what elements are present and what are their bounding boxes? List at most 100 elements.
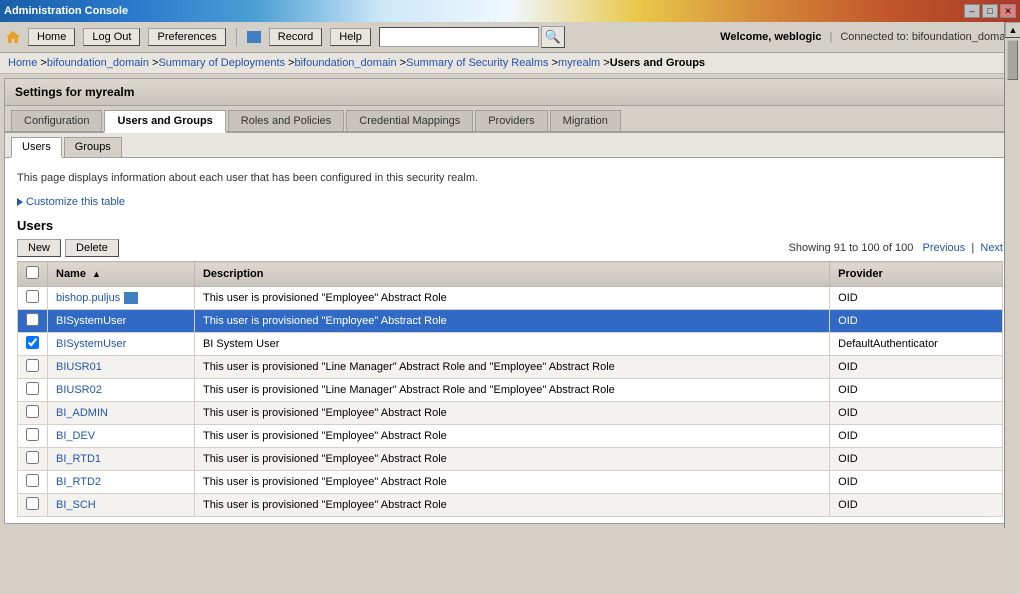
tab-bar: Configuration Users and Groups Roles and… xyxy=(5,106,1015,133)
row-name-cell: BI_SCH xyxy=(48,494,195,517)
row-checkbox[interactable] xyxy=(26,451,39,464)
paging-info: Showing 91 to 100 of 100 Previous | Next xyxy=(789,242,1003,254)
col-header-checkbox xyxy=(18,262,48,287)
record-button[interactable]: Record xyxy=(269,28,322,46)
user-link[interactable]: BI_RTD2 xyxy=(56,476,101,488)
row-checkbox-cell xyxy=(18,310,48,333)
title-bar-controls: – □ ✕ xyxy=(964,4,1016,18)
scroll-up-button[interactable]: ▲ xyxy=(1005,22,1020,38)
row-checkbox-cell xyxy=(18,379,48,402)
breadcrumb-myrealm[interactable]: myrealm xyxy=(558,57,600,69)
row-name-cell: BISystemUser xyxy=(48,310,195,333)
user-link[interactable]: BI_RTD1 xyxy=(56,453,101,465)
breadcrumb-domain1[interactable]: bifoundation_domain xyxy=(47,57,149,69)
row-checkbox[interactable] xyxy=(26,497,39,510)
row-provider-cell: OID xyxy=(830,310,1003,333)
row-name-cell: BIUSR02 xyxy=(48,379,195,402)
row-checkbox[interactable] xyxy=(26,428,39,441)
home-icon xyxy=(6,31,20,43)
sub-tab-bar: Users Groups xyxy=(5,133,1015,158)
table-row: BI_DEVThis user is provisioned "Employee… xyxy=(18,425,1003,448)
row-checkbox[interactable] xyxy=(26,405,39,418)
row-name-cell: BIUSR01 xyxy=(48,356,195,379)
user-link[interactable]: BIUSR01 xyxy=(56,361,102,373)
customize-link[interactable]: Customize this table xyxy=(17,196,1003,208)
row-description-cell: This user is provisioned "Employee" Abst… xyxy=(194,448,829,471)
breadcrumb-domain2[interactable]: bifoundation_domain xyxy=(294,57,396,69)
breadcrumb-home[interactable]: Home xyxy=(8,57,37,69)
row-checkbox-cell xyxy=(18,333,48,356)
col-header-name[interactable]: Name ▲ xyxy=(48,262,195,287)
row-checkbox[interactable] xyxy=(26,290,39,303)
tab-users-groups[interactable]: Users and Groups xyxy=(104,110,225,133)
row-provider-cell: OID xyxy=(830,356,1003,379)
col-header-description: Description xyxy=(194,262,829,287)
user-link[interactable]: BISystemUser xyxy=(56,338,126,350)
tab-migration[interactable]: Migration xyxy=(550,110,621,131)
customize-label: Customize this table xyxy=(26,196,125,208)
table-controls: New Delete Showing 91 to 100 of 100 Prev… xyxy=(17,239,1003,257)
row-name-cell: BI_ADMIN xyxy=(48,402,195,425)
logout-button[interactable]: Log Out xyxy=(83,28,140,46)
sub-tab-groups[interactable]: Groups xyxy=(64,137,122,157)
table-row: BISystemUser This user is provisioned "Em… xyxy=(18,310,1003,333)
row-description-cell: This user is provisioned "Employee" Abst… xyxy=(194,402,829,425)
main-content: Settings for myrealm Configuration Users… xyxy=(4,78,1016,524)
preferences-button[interactable]: Preferences xyxy=(148,28,225,46)
user-link[interactable]: bishop.puljus xyxy=(56,292,120,304)
delete-button[interactable]: Delete xyxy=(65,239,119,257)
row-description-cell: This user is provisioned "Employee" Abst… xyxy=(194,494,829,517)
table-row: BIUSR01This user is provisioned "Line Ma… xyxy=(18,356,1003,379)
row-name-cell: BI_RTD2 xyxy=(48,471,195,494)
connected-text: Connected to: bifoundation_domain xyxy=(840,31,1014,43)
row-description-cell: BI System User xyxy=(194,333,829,356)
breadcrumb-deployments[interactable]: Summary of Deployments xyxy=(158,57,285,69)
previous-link[interactable]: Previous xyxy=(922,242,965,254)
row-provider-cell: OID xyxy=(830,379,1003,402)
scrollbar[interactable]: ▲ ▼ xyxy=(1004,22,1020,528)
user-link[interactable]: BIUSR02 xyxy=(56,384,102,396)
row-checkbox[interactable] xyxy=(26,313,39,326)
select-all-checkbox[interactable] xyxy=(26,266,39,279)
close-button[interactable]: ✕ xyxy=(1000,4,1016,18)
tab-roles-policies[interactable]: Roles and Policies xyxy=(228,110,345,131)
row-checkbox[interactable] xyxy=(26,474,39,487)
user-link[interactable]: BISystemUser xyxy=(56,315,126,327)
sub-tab-users[interactable]: Users xyxy=(11,137,62,158)
row-checkbox-cell xyxy=(18,287,48,310)
row-provider-cell: OID xyxy=(830,448,1003,471)
row-name-cell: BI_DEV xyxy=(48,425,195,448)
breadcrumb: Home >bifoundation_domain >Summary of De… xyxy=(0,53,1020,74)
minimize-button[interactable]: – xyxy=(964,4,980,18)
new-button[interactable]: New xyxy=(17,239,61,257)
row-description-cell: This user is provisioned "Employee" Abst… xyxy=(194,310,829,333)
row-checkbox[interactable] xyxy=(26,336,39,349)
table-row: BISystemUserBI System UserDefaultAuthent… xyxy=(18,333,1003,356)
breadcrumb-security-realms[interactable]: Summary of Security Realms xyxy=(406,57,548,69)
table-row: BIUSR02This user is provisioned "Line Ma… xyxy=(18,379,1003,402)
next-link[interactable]: Next xyxy=(980,242,1003,254)
home-button[interactable]: Home xyxy=(28,28,75,46)
table-body: bishop.puljus This user is provisioned "E… xyxy=(18,287,1003,517)
row-checkbox[interactable] xyxy=(26,359,39,372)
title-bar-text: Administration Console xyxy=(4,5,128,17)
scroll-thumb[interactable] xyxy=(1007,40,1018,80)
user-link[interactable]: BI_SCH xyxy=(56,499,96,511)
help-button[interactable]: Help xyxy=(330,28,371,46)
row-name-cell: bishop.puljus xyxy=(48,287,195,310)
maximize-button[interactable]: □ xyxy=(982,4,998,18)
breadcrumb-current: Users and Groups xyxy=(610,57,705,69)
row-checkbox[interactable] xyxy=(26,382,39,395)
row-checkbox-cell xyxy=(18,448,48,471)
tab-credential-mappings[interactable]: Credential Mappings xyxy=(346,110,473,131)
row-checkbox-cell xyxy=(18,494,48,517)
search-input[interactable] xyxy=(379,27,539,47)
user-link[interactable]: BI_DEV xyxy=(56,430,95,442)
tab-configuration[interactable]: Configuration xyxy=(11,110,102,131)
row-provider-cell: OID xyxy=(830,471,1003,494)
tab-providers[interactable]: Providers xyxy=(475,110,547,131)
title-bar: Administration Console – □ ✕ xyxy=(0,0,1020,22)
search-button[interactable]: 🔍 xyxy=(541,26,565,48)
row-checkbox-cell xyxy=(18,471,48,494)
user-link[interactable]: BI_ADMIN xyxy=(56,407,108,419)
